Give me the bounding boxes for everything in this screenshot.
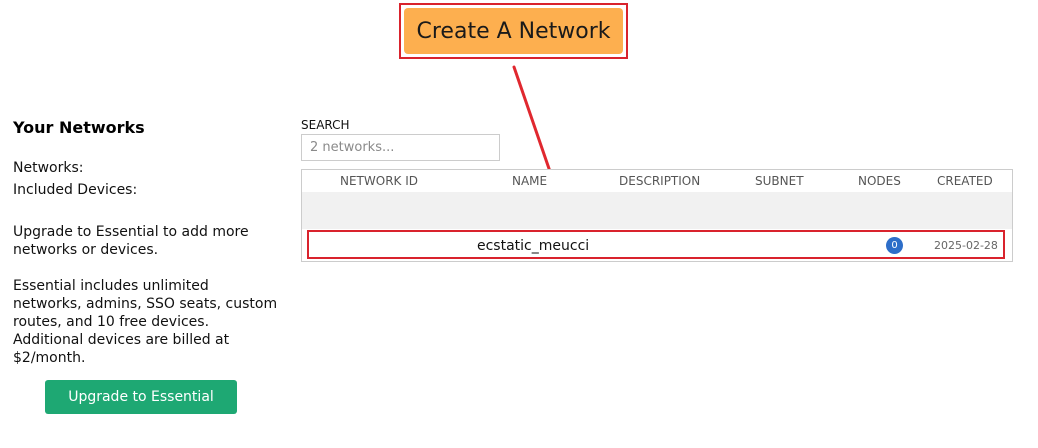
networks-count-label: Networks: [13,160,84,176]
table-header: NETWORK ID NAME DESCRIPTION SUBNET NODES… [302,170,1012,192]
column-nodes[interactable]: NODES [858,174,901,188]
search-input[interactable] [301,134,500,161]
create-network-button[interactable]: Create A Network [404,8,623,54]
table-filter-row [302,192,1012,229]
column-subnet[interactable]: SUBNET [755,174,804,188]
essential-plan-text: Essential includes unlimited networks, a… [13,278,278,366]
nodes-count-badge: 0 [886,237,903,254]
network-name-cell[interactable]: ecstatic_meucci [477,238,589,254]
column-name[interactable]: NAME [512,174,547,188]
included-devices-label: Included Devices: [13,182,138,198]
upgrade-text: Upgrade to Essential to add more network… [13,224,249,258]
column-description[interactable]: DESCRIPTION [619,174,700,188]
column-created[interactable]: CREATED [937,174,993,188]
search-label: SEARCH [301,118,350,132]
created-date-cell: 2025-02-28 [934,239,998,252]
column-network-id[interactable]: NETWORK ID [340,174,418,188]
upgrade-to-essential-button[interactable]: Upgrade to Essential [45,380,237,414]
page: Create A Network Your Networks Networks:… [0,0,1038,448]
panel-title: Your Networks [13,118,145,137]
networks-summary-panel: Your Networks Networks: Included Devices… [13,118,278,367]
